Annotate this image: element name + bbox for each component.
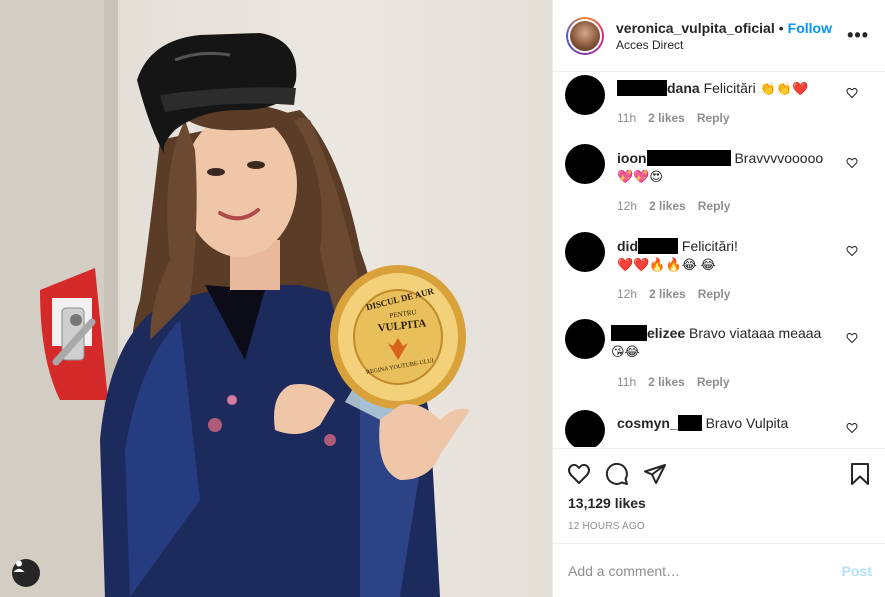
redaction-bar — [646, 150, 731, 166]
redaction-bar — [677, 415, 702, 431]
author-username[interactable]: veronica_vulpita_oficial — [616, 20, 775, 36]
commenter-avatar[interactable] — [565, 410, 605, 447]
redaction-bar — [617, 80, 667, 96]
like-comment-heart-icon[interactable] — [846, 245, 858, 257]
more-options-icon[interactable]: ••• — [847, 25, 869, 46]
like-comment-heart-icon[interactable] — [846, 157, 858, 169]
comment-meta: 12h 2 likes Reply — [617, 287, 730, 301]
save-bookmark-icon[interactable] — [848, 462, 872, 486]
commenter-avatar[interactable] — [565, 75, 605, 115]
comment-emojis: 😘😂 — [611, 344, 640, 359]
like-heart-icon[interactable] — [567, 462, 591, 486]
author-avatar[interactable] — [566, 16, 604, 55]
comment-likes[interactable]: 2 likes — [649, 287, 686, 301]
post-photo: DISCUL DE AUR PENTRU VULPITA REGINA YOUT… — [0, 0, 552, 597]
comment-time[interactable]: 12h — [617, 287, 637, 301]
commenter-username[interactable]: cosmyn_ — [617, 415, 702, 431]
like-comment-heart-icon[interactable] — [846, 87, 858, 99]
post-comment-button[interactable]: Post — [842, 563, 872, 579]
tagged-user-button[interactable] — [12, 559, 40, 587]
redaction-bar — [638, 238, 678, 254]
comment-likes[interactable]: 2 likes — [648, 111, 685, 125]
redaction-bar — [611, 325, 647, 341]
post-actions: 13,129 likes 12 HOURS AGO — [553, 448, 885, 532]
comment-bubble-icon[interactable] — [605, 462, 629, 486]
comment-text: Bravo viataaa meaaa — [689, 325, 822, 341]
add-comment-bar: Post — [553, 543, 885, 597]
post-location[interactable]: Acces Direct — [616, 38, 847, 52]
comment-time[interactable]: 11h — [617, 111, 636, 125]
commenter-username[interactable]: did — [617, 238, 678, 254]
like-comment-heart-icon[interactable] — [846, 332, 858, 344]
likes-count[interactable]: 13,129 likes — [568, 495, 646, 511]
comment-text: Felicitări — [703, 80, 756, 96]
comment-text: Bravo Vulpita — [705, 415, 789, 431]
commenter-username[interactable]: dana — [617, 80, 700, 96]
photo-illustration — [0, 0, 470, 597]
commenter-username[interactable]: ioon — [617, 150, 731, 166]
share-paper-plane-icon[interactable] — [643, 462, 667, 486]
comment-emojis: 👏👏❤️ — [759, 81, 809, 96]
reply-button[interactable]: Reply — [697, 375, 730, 389]
like-comment-heart-icon[interactable] — [846, 422, 858, 434]
commenter-avatar[interactable] — [565, 144, 605, 184]
comment-meta: 11h 2 likes Reply — [617, 111, 730, 125]
comment-emojis: ❤️❤️🔥🔥😂 😂 — [617, 257, 716, 272]
header-separator: • — [778, 19, 784, 36]
user-icon — [13, 560, 25, 572]
commenter-username[interactable]: elizee — [611, 325, 685, 341]
comment-likes[interactable]: 2 likes — [649, 199, 686, 213]
comment-meta: 12h 2 likes Reply — [617, 199, 730, 213]
commenter-avatar[interactable] — [565, 232, 605, 272]
comment-time[interactable]: 11h — [617, 375, 636, 389]
reply-button[interactable]: Reply — [697, 111, 730, 125]
reply-button[interactable]: Reply — [698, 287, 731, 301]
comment-text: Bravvvvooooo — [734, 150, 824, 166]
post-header: veronica_vulpita_oficial • Follow Acces … — [553, 0, 885, 72]
comments-list: dana Felicitări 👏👏❤️ 11h 2 likes Reply i… — [553, 73, 885, 447]
post-timestamp[interactable]: 12 HOURS AGO — [568, 521, 645, 532]
comment-time[interactable]: 12h — [617, 199, 637, 213]
comment-text: Felicitări! — [681, 238, 738, 254]
comment-emojis: 💖💖😍 — [617, 169, 663, 184]
commenter-avatar[interactable] — [565, 319, 605, 359]
comment-likes[interactable]: 2 likes — [648, 375, 685, 389]
follow-button[interactable]: Follow — [788, 20, 832, 36]
comment-input[interactable] — [568, 562, 842, 579]
comment-meta: 11h 2 likes Reply — [617, 375, 730, 389]
reply-button[interactable]: Reply — [698, 199, 731, 213]
post-side-panel: veronica_vulpita_oficial • Follow Acces … — [552, 0, 885, 597]
